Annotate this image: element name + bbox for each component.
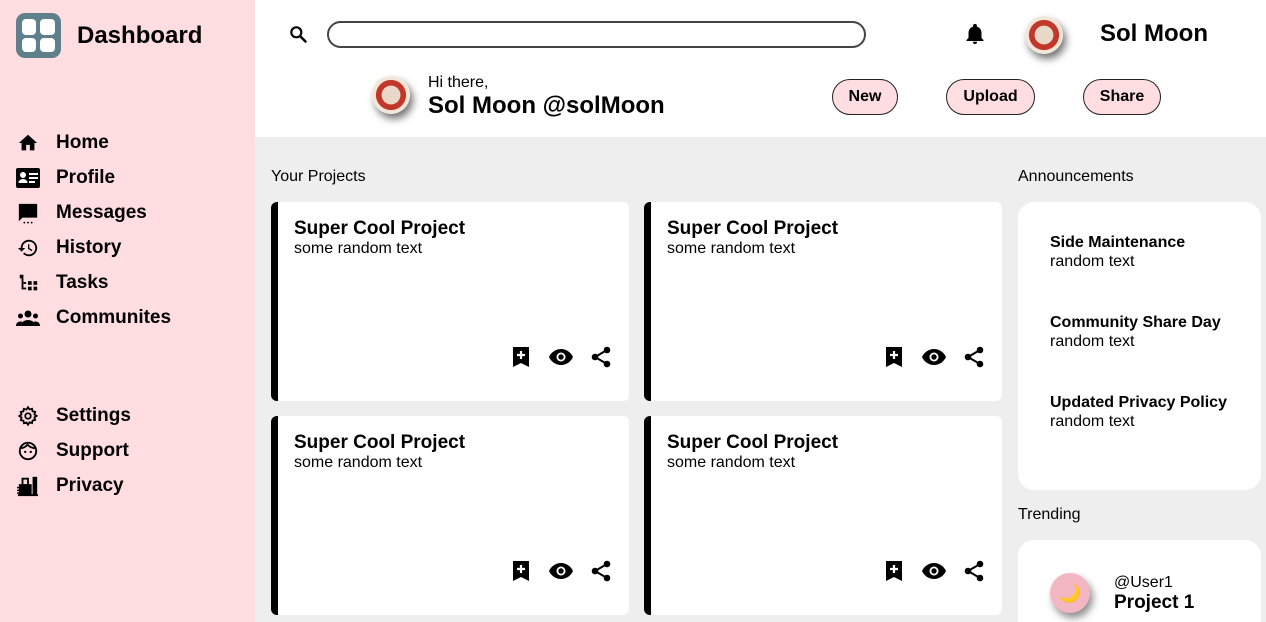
sidebar-item-label: History [56,236,122,258]
project-title: Super Cool Project [667,432,839,453]
project-title: Super Cool Project [667,218,839,239]
greeting-name: Sol Moon @solMoon [428,92,665,119]
sidebar-item-label: Communites [56,306,172,328]
greeting-avatar [372,76,410,114]
bookmark-add-icon[interactable] [509,559,533,583]
project-card[interactable]: Super Cool Project some random text [271,202,629,401]
project-card[interactable]: Super Cool Project some random text [644,416,1002,615]
trending-user: @User1 [1114,574,1173,591]
sidebar-item-label: Home [56,131,109,153]
sidebar-item-tasks[interactable]: Tasks [16,265,171,300]
brand[interactable]: Dashboard [16,13,202,58]
trending-heading: Trending [1018,506,1081,523]
user-avatar[interactable] [1025,16,1063,54]
share-icon[interactable] [589,345,613,369]
projects-heading: Your Projects [271,168,366,185]
user-name: Sol Moon [1100,20,1208,47]
eye-icon[interactable] [922,559,946,583]
announcement-body: random text [1050,253,1135,270]
moon-icon: 🌙 [1050,573,1090,613]
search-icon[interactable] [288,24,308,49]
project-title: Super Cool Project [294,218,466,239]
sidebar-item-profile[interactable]: Profile [16,160,171,195]
privacy-lock-icon [16,474,40,498]
gear-icon [16,404,40,428]
tasks-icon [16,271,40,295]
project-subtitle: some random text [294,240,423,257]
announcement-title: Updated Privacy Policy [1050,394,1227,411]
announcement-body: random text [1050,413,1135,430]
upload-button[interactable]: Upload [946,79,1035,115]
project-actions [882,345,986,369]
project-subtitle: some random text [294,454,423,471]
sidebar-item-label: Settings [56,404,131,426]
project-subtitle: some random text [667,240,796,257]
project-title: Super Cool Project [294,432,466,453]
sidebar-item-history[interactable]: History [16,230,171,265]
bookmark-add-icon[interactable] [882,345,906,369]
sidebar-item-label: Messages [56,201,147,223]
brand-title: Dashboard [77,21,203,49]
history-icon [16,236,40,260]
sidebar-item-settings[interactable]: Settings [16,398,131,433]
sidebar: Dashboard Home Profile Messages History [0,0,255,622]
share-icon[interactable] [962,345,986,369]
share-button[interactable]: Share [1083,79,1161,115]
announcements-card: Side Maintenance random text Community S… [1018,202,1261,490]
greeting-text: Hi there, [428,74,489,91]
announcement-title: Community Share Day [1050,314,1221,331]
sidebar-item-messages[interactable]: Messages [16,195,171,230]
sidebar-item-label: Tasks [56,271,109,293]
project-card[interactable]: Super Cool Project some random text [644,202,1002,401]
announcement-title: Side Maintenance [1050,234,1186,251]
sidebar-item-home[interactable]: Home [16,125,171,160]
support-face-icon [16,439,40,463]
message-icon [16,201,40,225]
new-button[interactable]: New [832,79,898,115]
share-icon[interactable] [589,559,613,583]
sidebar-item-communities[interactable]: Communites [16,300,171,335]
secondary-nav: Settings Support Privacy [16,398,131,503]
primary-nav: Home Profile Messages History Tasks Comm… [16,125,171,335]
eye-icon[interactable] [549,345,573,369]
project-actions [509,559,613,583]
project-card[interactable]: Super Cool Project some random text [271,416,629,615]
announcement-item[interactable]: Community Share Day random text [1050,314,1221,351]
share-icon[interactable] [962,559,986,583]
project-subtitle: some random text [667,454,796,471]
eye-icon[interactable] [922,345,946,369]
search-input[interactable] [327,21,866,48]
eye-icon[interactable] [549,559,573,583]
announcements-heading: Announcements [1018,168,1134,185]
project-actions [882,559,986,583]
home-icon [16,131,40,155]
announcement-item[interactable]: Side Maintenance random text [1050,234,1185,271]
people-icon [16,306,40,330]
project-actions [509,345,613,369]
profile-card-icon [16,166,40,190]
sidebar-item-support[interactable]: Support [16,433,131,468]
bookmark-add-icon[interactable] [882,559,906,583]
sidebar-item-label: Support [56,439,129,461]
announcement-body: random text [1050,333,1135,350]
sidebar-item-privacy[interactable]: Privacy [16,468,131,503]
dashboard-grid-icon [16,13,61,58]
sidebar-item-label: Profile [56,166,116,188]
sidebar-item-label: Privacy [56,474,124,496]
bookmark-add-icon[interactable] [509,345,533,369]
bell-icon[interactable] [963,22,987,51]
announcement-item[interactable]: Updated Privacy Policy random text [1050,394,1227,431]
trending-project: Project 1 [1114,592,1195,613]
